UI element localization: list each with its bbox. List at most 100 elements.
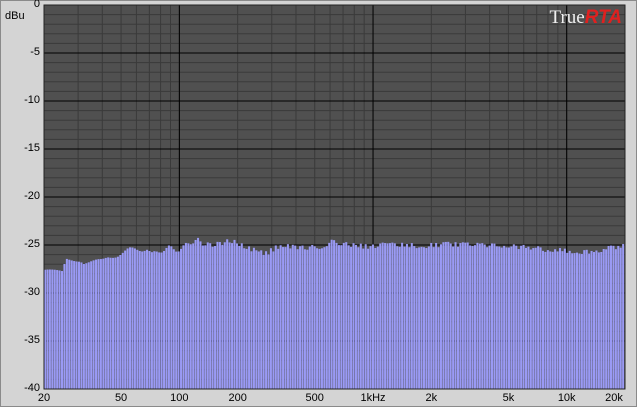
spectrum-bar [534,247,537,389]
spectrum-bar [165,247,168,389]
spectrum-bar [80,262,83,389]
spectrum-bar [410,243,413,389]
spectrum-bar [146,249,149,389]
spectrum-bar [109,257,112,389]
spectrum-bar [449,243,452,389]
spectrum-bar [524,247,527,389]
spectrum-bar [53,269,56,389]
spectrum-bar [537,246,540,389]
spectrum-bar [104,257,107,389]
spectrum-bar [221,244,224,389]
spectrum-bar [612,245,615,389]
x-tick-label: 20k [605,392,623,404]
spectrum-bar [126,248,129,389]
spectrum-bar [143,250,146,389]
spectrum-bar [296,249,299,389]
spectrum-bar [488,245,491,389]
spectrum-bar [269,248,272,389]
spectrum-bar [342,242,345,389]
spectrum-bar [571,253,574,389]
spectrum-bar [170,246,173,389]
spectrum-bar [556,251,559,389]
spectrum-bar [408,247,411,389]
spectrum-bar [328,242,331,389]
spectrum-bar [267,254,270,389]
spectrum-bar [63,263,66,389]
spectrum-bar [272,251,275,389]
spectrum-bar [99,259,102,389]
spectrum-bar [435,242,438,389]
spectrum-bar [316,248,319,389]
spectrum-bar [403,246,406,389]
spectrum-bar [588,253,591,389]
spectrum-bar [252,247,255,389]
spectrum-bar [90,261,93,389]
spectrum-bar [568,250,571,389]
spectrum-bar [138,250,141,389]
spectrum-bar [345,242,348,389]
spectrum-bar [396,246,399,389]
rta-window: dBu TrueRTA 0 -5 -10 -15 -20 -25 -30 -35 -40 20 5… [0,0,637,407]
spectrum-bar [214,246,217,389]
spectrum-bar [478,243,481,389]
spectrum-bar [483,244,486,389]
x-tick-label: 100 [170,392,189,404]
spectrum-bar [405,244,408,389]
spectrum-bar [133,248,136,389]
spectrum-bar [163,250,166,389]
spectrum-bar [260,250,263,389]
spectrum-bar [459,243,462,389]
spectrum-bar [362,248,365,389]
spectrum-bar [413,246,416,389]
spectrum-bar [495,246,498,389]
spectrum-chart [43,4,626,390]
spectrum-bar [121,252,124,389]
spectrum-bar [490,243,493,389]
spectrum-bar [527,246,530,389]
spectrum-bar [306,249,309,389]
spectrum-bar [294,245,297,389]
spectrum-bar [192,243,195,389]
spectrum-bar [274,245,277,389]
spectrum-bar [216,241,219,389]
y-tick-label: 0 [33,0,40,10]
spectrum-bar [177,251,180,389]
y-unit-label: dBu [5,10,25,22]
spectrum-bar [46,269,49,389]
spectrum-bar [432,247,435,389]
spectrum-bar [82,264,85,389]
spectrum-bar [308,246,311,389]
spectrum-bar [454,242,457,389]
x-tick-label: 2k [425,392,438,404]
spectrum-bar [265,251,268,389]
spectrum-bar [289,248,292,389]
spectrum-bar [78,261,81,389]
spectrum-bar [204,245,207,389]
spectrum-bar [182,245,185,389]
y-tick-label: -5 [30,46,40,58]
spectrum-bar [299,246,302,389]
spectrum-bar [141,251,144,389]
spectrum-bar [180,248,183,389]
spectrum-bar [206,242,209,389]
spectrum-bar [199,241,202,389]
spectrum-bar [255,250,258,389]
spectrum-bar [124,250,127,389]
spectrum-bar [56,270,59,389]
spectrum-bar [189,244,192,389]
spectrum-bar [160,252,163,389]
spectrum-bar [376,246,379,389]
spectrum-bar [129,247,132,389]
spectrum-bar [381,242,384,389]
spectrum-bar [223,242,226,389]
spectrum-bar [357,247,360,389]
spectrum-bar [510,246,513,389]
y-tick-label: -35 [24,334,40,346]
spectrum-bar [500,247,503,389]
spectrum-bar [597,252,600,389]
spectrum-bar [600,252,603,389]
spectrum-bar [131,247,134,389]
y-tick-label: -10 [24,94,40,106]
spectrum-bar [116,256,119,389]
spectrum-bar [415,248,418,389]
